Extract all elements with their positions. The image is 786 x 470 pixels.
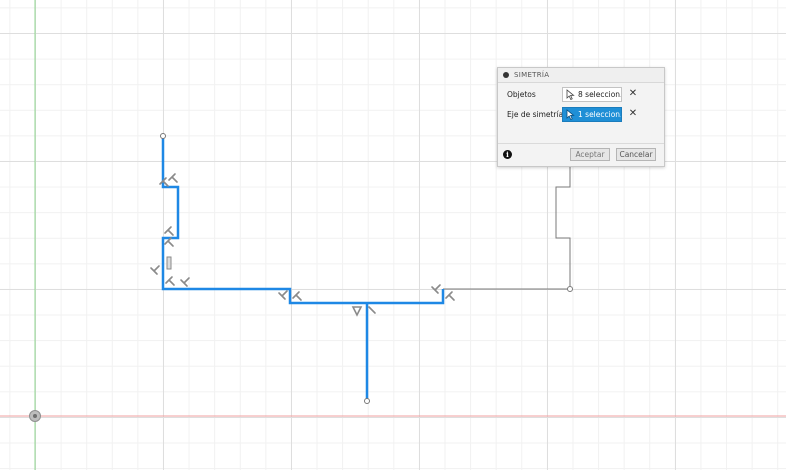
parallel-constraint-icon[interactable] [166, 256, 172, 270]
origin-icon[interactable] [29, 410, 41, 422]
axis-selection-button[interactable]: 1 seleccion... [562, 106, 622, 122]
dialog-footer: i Aceptar Cancelar [498, 143, 664, 166]
dialog-title: SIMETRÍA [514, 71, 550, 79]
sketch-point-top[interactable] [160, 133, 166, 139]
perpendicular-constraint-icon[interactable] [164, 226, 174, 247]
info-icon[interactable]: i [503, 150, 512, 159]
objects-label: Objetos [507, 89, 536, 99]
axis-label: Eje de simetría [507, 109, 564, 119]
accept-button[interactable]: Aceptar [570, 148, 610, 161]
cancel-button[interactable]: Cancelar [616, 148, 656, 161]
sketch-point-unselected[interactable] [567, 286, 573, 292]
sketch-profile-selected[interactable] [161, 136, 445, 305]
clear-objects-icon[interactable]: ✕ [628, 89, 638, 99]
clear-axis-icon[interactable]: ✕ [628, 109, 638, 119]
symmetry-dialog: SIMETRÍA Objetos 8 seleccion... ✕ Eje de… [497, 67, 665, 167]
collapse-dot-icon[interactable] [503, 72, 509, 78]
cursor-arrow-icon [566, 88, 575, 100]
dialog-titlebar[interactable]: SIMETRÍA [498, 68, 664, 83]
objects-selection-button[interactable]: 8 seleccion... [562, 86, 622, 102]
sketch-profile-unselected[interactable] [443, 165, 571, 290]
sketch-layer[interactable] [0, 0, 786, 470]
axis-selection-text: 1 seleccion... [578, 109, 621, 119]
sketch-point-bottom[interactable] [364, 398, 370, 404]
objects-selection-text: 8 seleccion... [578, 89, 621, 99]
cursor-arrow-icon [566, 108, 575, 120]
symmetry-constraint-icon[interactable] [351, 306, 376, 317]
